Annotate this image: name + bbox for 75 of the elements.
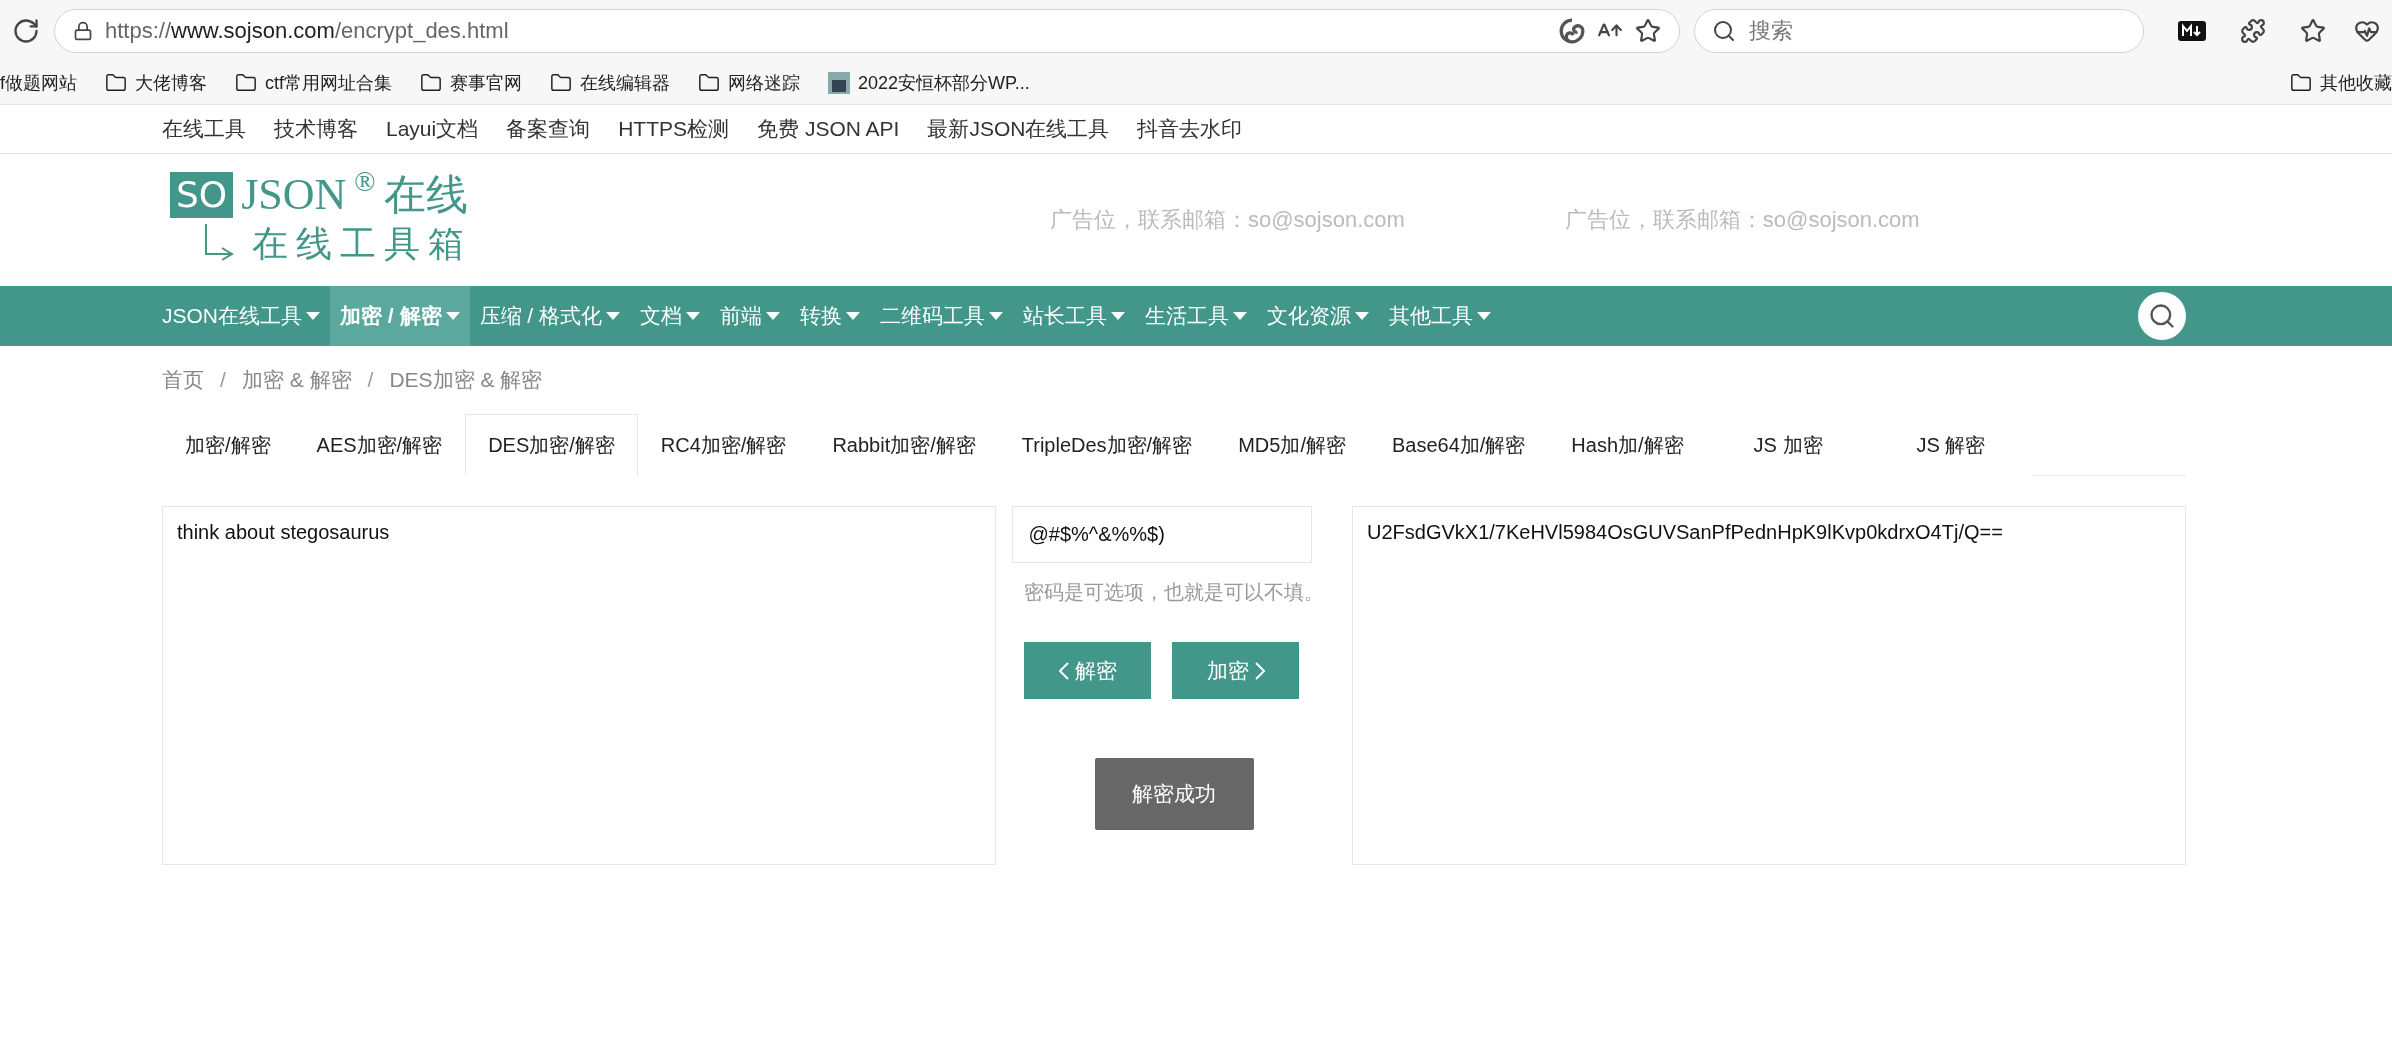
top-link[interactable]: HTTPS检测 (618, 115, 730, 143)
ciphertext-field[interactable]: U2FsdGVkX1/7KeHVl5984OsGUVSanPfPednHpK9lKvp0kdrxO4Tj/Q== (1352, 506, 2186, 865)
encrypt-button[interactable]: 加密 (1172, 642, 1299, 699)
bookmark[interactable]: 网络迷踪 (698, 70, 801, 95)
breadcrumb-separator: / (367, 368, 374, 392)
bookmark[interactable]: ctf常用网址合集 (235, 70, 393, 95)
breadcrumb-link[interactable]: 加密 & 解密 (241, 366, 352, 394)
status-button[interactable]: 解密成功 (1094, 758, 1254, 830)
chevron-left-icon (1058, 661, 1069, 680)
top-link[interactable]: Layui文档 (386, 115, 479, 143)
caret-icon (606, 311, 621, 321)
folder-icon (420, 71, 443, 94)
markdown-icon[interactable] (2178, 20, 2206, 41)
folder-icon (105, 71, 127, 94)
ad-text: 广告位，联系邮箱：so@sojson.com (1050, 206, 1405, 234)
star-icon[interactable] (1635, 17, 1661, 44)
key-hint: 密码是可选项，也就是可以不填。 (1024, 580, 1324, 605)
logo: SO JSON $^{®}$ 在线 在线工具箱 (170, 171, 620, 269)
top-link[interactable]: 最新JSON在线工具 (927, 115, 1110, 143)
bookmark[interactable]: 大佬博客 (105, 70, 207, 95)
nav-item[interactable]: JSON在线工具 (152, 286, 330, 346)
url-text: https://www.sojson.com/encrypt_des.html (105, 17, 510, 44)
nav-item[interactable]: 其他工具 (1379, 286, 1502, 346)
top-link[interactable]: 在线工具 (162, 115, 246, 143)
caret-icon (1477, 311, 1492, 321)
bookmark[interactable]: 2022安恒杯部分WP... (828, 70, 1030, 95)
caret-icon (686, 311, 701, 321)
caret-icon (1355, 311, 1370, 321)
swirl-icon[interactable] (1559, 17, 1585, 44)
nav-item[interactable]: 文档 (630, 286, 711, 346)
folder-icon (550, 71, 573, 94)
nav-item[interactable]: 文化资源 (1257, 286, 1380, 346)
top-link[interactable]: 免费 JSON API (757, 115, 900, 143)
nav-item[interactable]: 转换 (790, 286, 871, 346)
caret-icon (306, 311, 320, 321)
search-icon (2148, 302, 2176, 330)
nav-item[interactable]: 二维码工具 (870, 286, 1014, 346)
top-link[interactable]: 备案查询 (506, 115, 591, 143)
breadcrumb-link[interactable]: 首页 (162, 366, 204, 394)
bookmark[interactable]: 赛事官网 (420, 70, 523, 95)
tab[interactable]: DES加密/解密 (465, 414, 638, 476)
folder-icon (698, 71, 721, 94)
puzzle-icon[interactable] (2240, 17, 2266, 44)
caret-icon (766, 311, 781, 321)
caret-icon (846, 311, 861, 321)
address-bar[interactable]: https://www.sojson.com/encrypt_des.html (54, 8, 1680, 53)
nav-item[interactable]: 站长工具 (1013, 286, 1136, 346)
bookmark[interactable]: 在线编辑器 (550, 70, 671, 95)
favorites-icon[interactable] (2300, 17, 2326, 44)
nav-item[interactable]: 压缩 / 格式化 (469, 286, 631, 346)
plaintext-field[interactable]: think about stegosaurus (162, 506, 996, 865)
caret-icon (445, 311, 460, 321)
key-field[interactable]: @#$%^&%%$) (1011, 506, 1312, 563)
bookmark[interactable]: f做题网站 (0, 70, 77, 95)
search-field[interactable]: 搜索 (1694, 8, 2144, 53)
breadcrumb-link[interactable]: DES加密 & 解密 (389, 366, 543, 394)
search-button[interactable] (2138, 292, 2186, 340)
search-icon (1712, 18, 1736, 43)
decrypt-button[interactable]: 解密 (1024, 642, 1151, 699)
folder-icon (2290, 71, 2312, 94)
nav-item[interactable]: 前端 (710, 286, 791, 346)
bookmark[interactable]: 其他收藏 (2290, 70, 2392, 95)
ad-text: 广告位，联系邮箱：so@sojson.com (1564, 206, 1920, 234)
caret-icon (1233, 311, 1248, 321)
chevron-right-icon (1254, 661, 1265, 680)
reload-icon[interactable] (12, 16, 40, 45)
nav-item[interactable]: 生活工具 (1135, 286, 1258, 346)
caret-icon (989, 311, 1004, 321)
lock-icon (73, 20, 93, 41)
caret-icon (1111, 311, 1126, 321)
thumbnail-icon (828, 71, 851, 94)
top-link[interactable]: 抖音去水印 (1137, 115, 1243, 143)
folder-icon (235, 71, 257, 94)
breadcrumb-separator: / (220, 368, 226, 392)
top-link[interactable]: 技术博客 (274, 115, 358, 143)
